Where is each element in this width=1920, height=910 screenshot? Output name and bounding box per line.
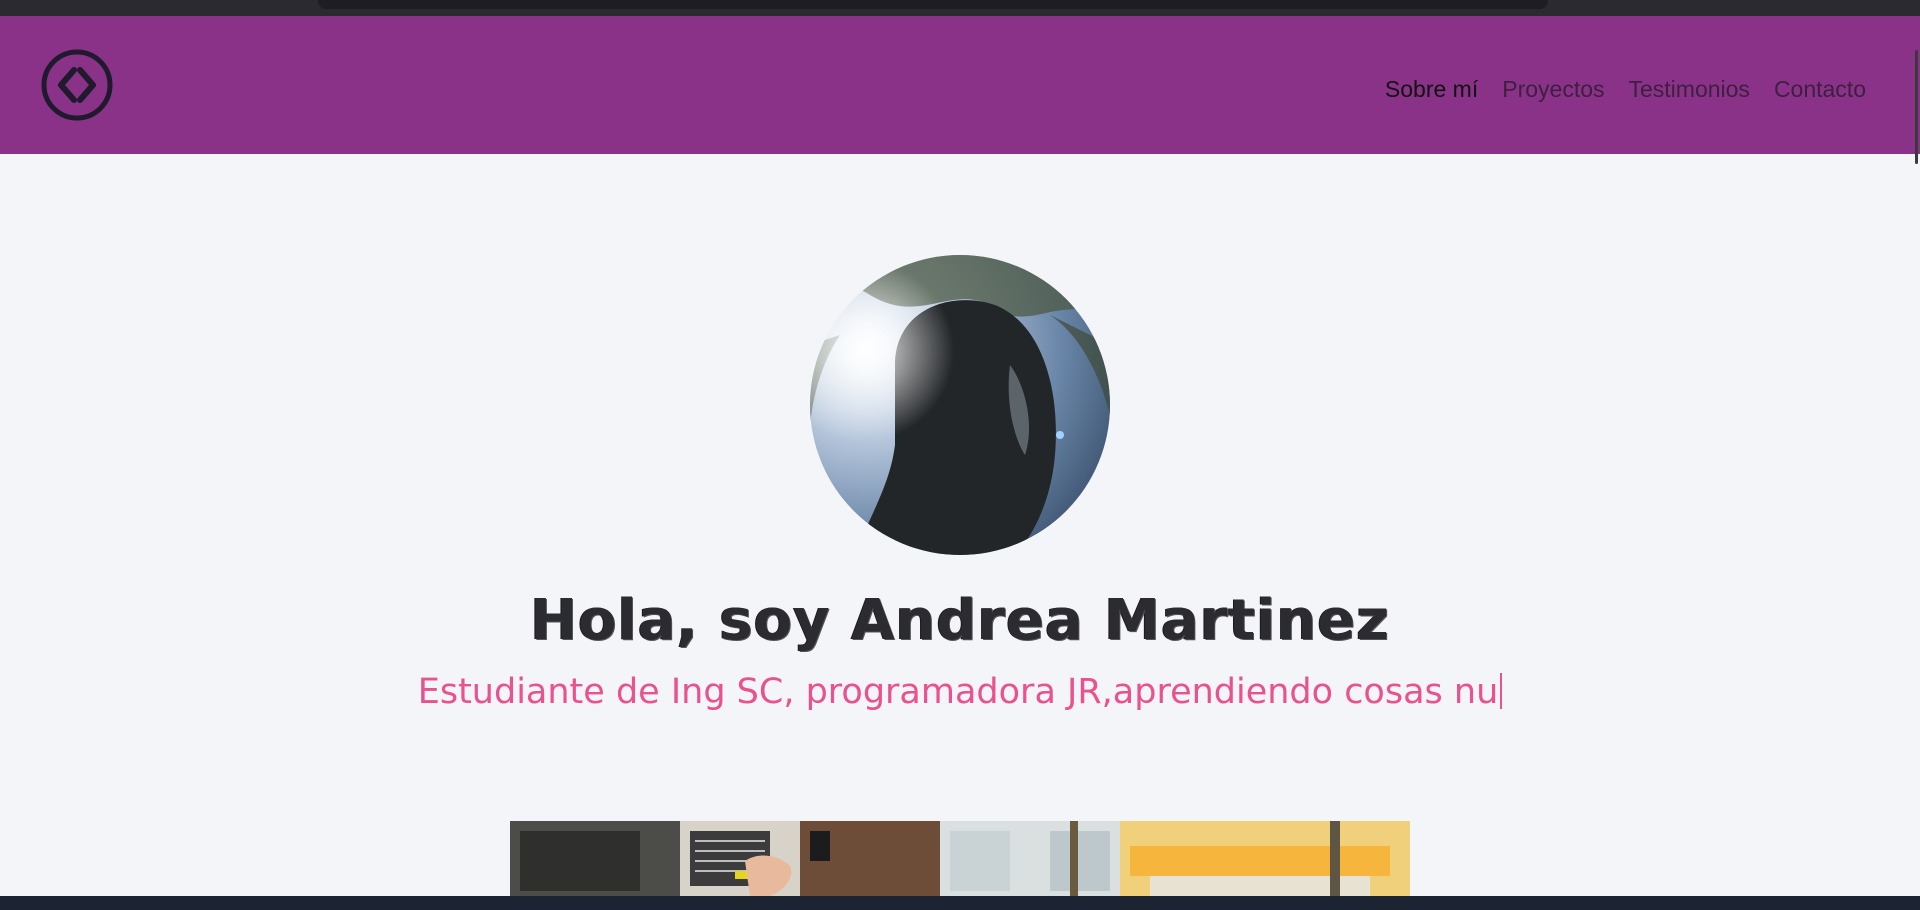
nav-menu: Sobre mí Proyectos Testimonios Contacto xyxy=(1385,69,1866,109)
nav-link-proyectos[interactable]: Proyectos xyxy=(1502,76,1604,103)
code-brackets-icon[interactable] xyxy=(40,48,114,122)
avatar xyxy=(810,255,1110,555)
taskbar xyxy=(0,896,1920,910)
hero-subtitle-text: Estudiante de Ing SC, programadora JR,ap… xyxy=(417,672,1499,712)
address-bar[interactable] xyxy=(318,0,1548,9)
nav-link-contacto[interactable]: Contacto xyxy=(1774,76,1866,103)
banner-image xyxy=(510,821,1410,896)
nav-link-testimonios[interactable]: Testimonios xyxy=(1629,76,1750,103)
typing-caret xyxy=(1500,673,1503,709)
hero-title: Hola, soy Andrea Martinez xyxy=(530,588,1390,653)
nav-link-sobre-mi[interactable]: Sobre mí xyxy=(1385,76,1478,103)
browser-top-bar xyxy=(0,0,1920,16)
navbar: Sobre mí Proyectos Testimonios Contacto xyxy=(0,16,1920,164)
page-scrollbar[interactable] xyxy=(1915,50,1918,164)
hero-subtitle: Estudiante de Ing SC, programadora JR,ap… xyxy=(0,672,1920,712)
